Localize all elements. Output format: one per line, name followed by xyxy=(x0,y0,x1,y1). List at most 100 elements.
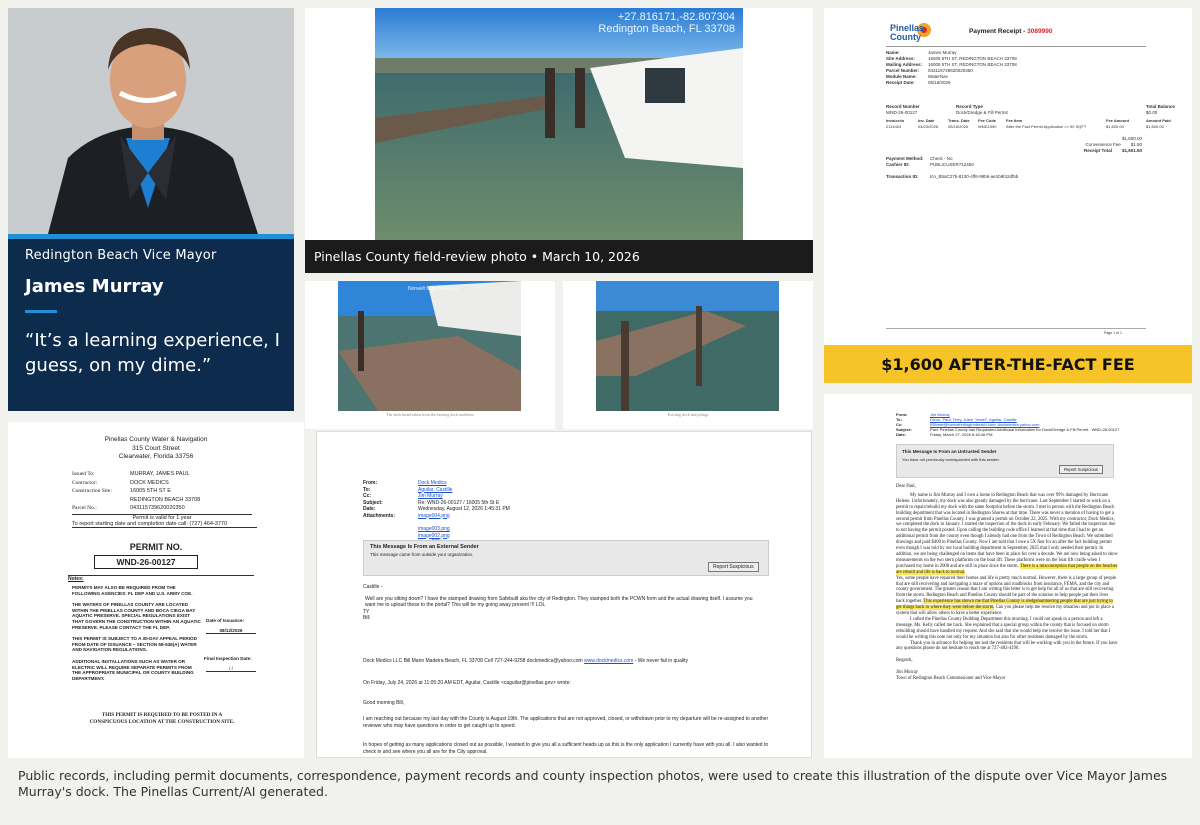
fee-cell: WND1590 xyxy=(978,124,997,129)
dock-photo-3-image xyxy=(596,281,779,411)
permit-fields: Issued To: MURRAY, JAMES PAUL Contractor: D… xyxy=(72,470,272,513)
header-label: Date: xyxy=(896,432,907,437)
email-headers: From: Jim Murray To: Dixon, Paul; Terry, Ju… xyxy=(896,412,1188,437)
external-sender-banner: This Message Is From an External Sender … xyxy=(363,540,769,576)
header-value: image004.png xyxy=(418,512,450,519)
issuance-date: 08/12/2026 xyxy=(206,628,256,634)
divider xyxy=(886,46,1146,47)
portrait-photo xyxy=(8,8,294,234)
permit-field-value: REDINGTON BEACH 33708 xyxy=(130,496,201,503)
greeting: Castille - xyxy=(363,584,383,590)
permit-field-label: Construction Site: xyxy=(72,488,112,494)
payment-label: Transaction ID: xyxy=(886,174,919,179)
profile-card: Redington Beach Vice Mayor James Murray … xyxy=(8,8,294,411)
receipt-title-text: Payment Receipt - xyxy=(969,28,1028,35)
permit-field-value: MURRAY, JAMES PAUL xyxy=(130,471,190,477)
photo-2-overlay: Norwelt Map Beach FL xyxy=(408,286,459,292)
divider xyxy=(886,328,1146,329)
company-line: Dock Medics LLC Bill Mann Madeira Beach,… xyxy=(363,658,783,665)
permit-field-row: Parcel No.: 043115739620020350 xyxy=(72,504,272,513)
permit-field-value: 16005 5TH ST E xyxy=(130,488,171,494)
letter-paragraph: My name is Jim Murray and I own a home i… xyxy=(896,493,1118,576)
receipt-totals: $1,600.00 Convenience Fee $1.50 Receipt Tot… xyxy=(1024,136,1142,154)
letter-paragraph: Yes, some people have repaired their hom… xyxy=(896,576,1118,617)
county-name: Pinellas County xyxy=(890,24,924,42)
quoted-paragraph: In hopes of getting as many applications… xyxy=(363,742,769,755)
payment-row: Cashier ID: PUBLICUSER712450 xyxy=(886,162,1146,168)
receipt-fields: Name: James Murray Site Address: 16005 5TH … xyxy=(886,50,1146,86)
fee-cell: 05/18/2026 xyxy=(948,124,969,129)
county-name-line2: County xyxy=(890,32,921,42)
paragraph-text: My name is Jim Murray and I own a home i… xyxy=(896,492,1118,569)
issuance-label: Date of Issuance: xyxy=(206,618,245,623)
receipt-payment: Payment Method: Check - No Cashier ID: PUBL… xyxy=(886,156,1146,180)
accent-bar xyxy=(8,234,294,239)
divider xyxy=(25,310,57,313)
email-dock-medics: From: Dock Medics To: Aguilar, Castille Cc: J… xyxy=(316,431,812,758)
dock-photo-image: +27.816171,-82.807304 Redington Beach, F… xyxy=(375,8,743,240)
banner-title: This Message Is From an External Sender xyxy=(370,544,479,550)
permit-note: THIS PERMIT IS SUBJECT TO A 30-DAY APPEA… xyxy=(72,636,197,653)
company-link[interactable]: www.dockmedics.com xyxy=(584,658,633,664)
record-cell: Dock/Dredge & Fill Permit xyxy=(956,110,1008,115)
company-tail: - We never fail in quality xyxy=(633,658,688,664)
permit-valid: Permit is valid for 1 year xyxy=(72,514,252,521)
photo-3-caption: Existing dock and pilings xyxy=(667,412,709,417)
permit-notes: PERMITS MAY ALSO BE REQUIRED FROM THE FO… xyxy=(72,585,202,687)
profile-role: Redington Beach Vice Mayor xyxy=(25,248,217,263)
posting-notice: THIS PERMIT IS REQUIRED TO BE POSTED IN … xyxy=(89,712,235,725)
attachment-link: image003.png xyxy=(418,526,450,532)
permit-note: THE WATERS OF PINELLAS COUNTY ARE LOCATE… xyxy=(72,602,201,630)
header-label: Attachments: xyxy=(363,512,395,519)
fee-cell: 2114424 xyxy=(886,124,902,129)
receipt-fee-table: Invoice#s Inv. Date Trans. Date Fee Code Fee… xyxy=(886,118,1191,130)
permit-field-row: REDINGTON BEACH 33708 xyxy=(72,496,272,505)
gps-location: Redington Beach, FL 33708 xyxy=(598,23,735,35)
permit-report: To report starting date and completion d… xyxy=(72,521,257,528)
quoted-paragraph: I am reaching out because my last day wi… xyxy=(363,716,769,729)
final-inspection-label: Final Inspection Date: xyxy=(204,656,252,661)
untrusted-sender-banner: This Message Is From an Untrusted Sender… xyxy=(896,444,1114,478)
letter-body: Dear Paul, My name is Jim Murray and I o… xyxy=(896,484,1118,682)
profile-name: James Murray xyxy=(25,276,164,297)
record-cell: WND-26-00127 xyxy=(886,110,918,115)
email-headers: From: Dock Medics To: Aguilar, Castille Cc: J… xyxy=(363,480,663,519)
fee-cell: 04/23/2026 xyxy=(918,124,939,129)
payment-label: Cashier ID: xyxy=(886,162,910,167)
fee-cell: $1,600.00 xyxy=(1106,124,1124,129)
fee-banner: $1,600 AFTER-THE-FACT FEE xyxy=(824,345,1192,383)
total-value: $1,601.50 xyxy=(1121,148,1142,153)
field-label: Receipt Date: xyxy=(886,80,915,85)
permit-header-line: Clearwater, Florida 33756 xyxy=(118,453,194,460)
fee-cell: After the Fact Permit Application >= 90 … xyxy=(1006,124,1087,129)
receipt-number: 3089990 xyxy=(1027,28,1053,35)
email-header-row: Date: Friday, March 27, 2026 6:16:46 PM xyxy=(896,432,1188,437)
dock-photo-2-image: Norwelt Map Beach FL xyxy=(338,281,521,411)
letter-paragraph: Thank you in advance for helping me and … xyxy=(896,640,1118,652)
permit-field-label: Issued To: xyxy=(72,471,95,477)
permit-note: PERMITS MAY ALSO BE REQUIRED FROM THE FO… xyxy=(72,585,193,596)
permit-note: ADDITIONAL INSTALLATIONS SUCH AS WATER O… xyxy=(72,658,194,681)
permit-document: Pinellas County Water & Navigation 315 C… xyxy=(8,422,304,758)
quoted-header: On Friday, July 24, 2026 at 11:05:20 AM … xyxy=(363,680,571,686)
county-logo: Pinellas County xyxy=(886,20,934,53)
gps-coordinates: +27.816171,-82.807304 xyxy=(617,11,735,23)
notes-label: Notes: xyxy=(68,576,84,582)
permit-field-value: 043115739620020350 xyxy=(130,505,185,511)
report-suspicious-button[interactable]: Report Suspicious xyxy=(1059,465,1103,474)
permit-field-label: Parcel No.: xyxy=(72,505,97,511)
total-label: Receipt Total xyxy=(1084,148,1112,153)
permit-header-line: Pinellas County Water & Navigation xyxy=(104,436,208,443)
permit-field-row: Issued To: MURRAY, JAMES PAUL xyxy=(72,470,272,479)
banner-subtitle: You have not previously corresponded wit… xyxy=(902,457,1000,462)
profile-quote: “It’s a learning experience, I guess, on… xyxy=(25,330,280,376)
payment-receipt: Pinellas County Payment Receipt - 308999… xyxy=(824,8,1192,345)
permit-label: PERMIT NO. xyxy=(129,542,183,552)
signature: Bill xyxy=(363,615,370,621)
dock-photo-2: Norwelt Map Beach FL The dock board take… xyxy=(305,281,555,429)
photo-2-caption: The dock board taken from the existing d… xyxy=(386,412,474,417)
permit-field-label xyxy=(72,496,130,505)
permit-field-row: Contractor: DOCK MEDICS xyxy=(72,479,272,488)
report-suspicious-button[interactable]: Report Suspicious xyxy=(708,562,759,572)
banner-title: This Message Is From an Untrusted Sender xyxy=(902,449,997,454)
